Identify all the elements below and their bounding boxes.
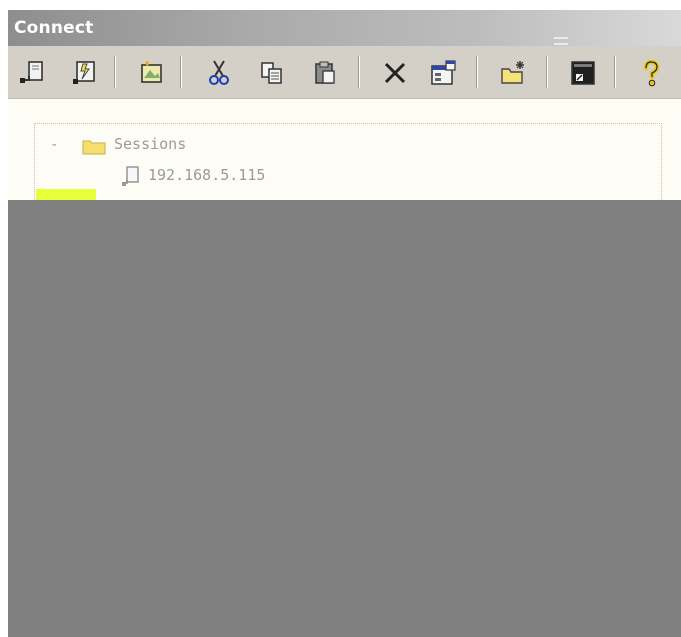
quick-connect-icon[interactable] [70,58,100,88]
tree-item-sessions[interactable]: Sessions [114,135,186,153]
tree-item-session[interactable]: 192.168.5.115 [148,166,265,184]
cut-icon[interactable] [204,58,234,88]
terminal-icon[interactable] [568,58,598,88]
session-icon [120,165,144,193]
collapse-toggle[interactable]: - [50,137,58,153]
toolbar-separator [358,56,360,88]
window-title: Connect [14,18,94,38]
paste-icon[interactable] [310,58,340,88]
gray-overlay [8,200,681,637]
delete-icon[interactable] [380,58,410,88]
title-bar[interactable]: Connect [8,10,681,46]
connect-in-tab-icon[interactable] [136,58,166,88]
session-tree: - Sessions 192.168.5.115 [8,99,681,214]
new-folder-icon[interactable] [498,58,528,88]
folder-icon [82,137,106,159]
toolbar-separator [180,56,182,88]
connect-icon[interactable] [18,58,48,88]
toolbar [8,48,681,99]
toolbar-separator [114,56,116,88]
toolbar-separator [614,56,616,88]
copy-icon[interactable] [257,58,287,88]
toolbar-separator [546,56,548,88]
toolbar-separator [476,56,478,88]
properties-icon[interactable] [428,58,458,88]
grip-icon [554,37,568,45]
help-icon[interactable] [636,58,666,88]
